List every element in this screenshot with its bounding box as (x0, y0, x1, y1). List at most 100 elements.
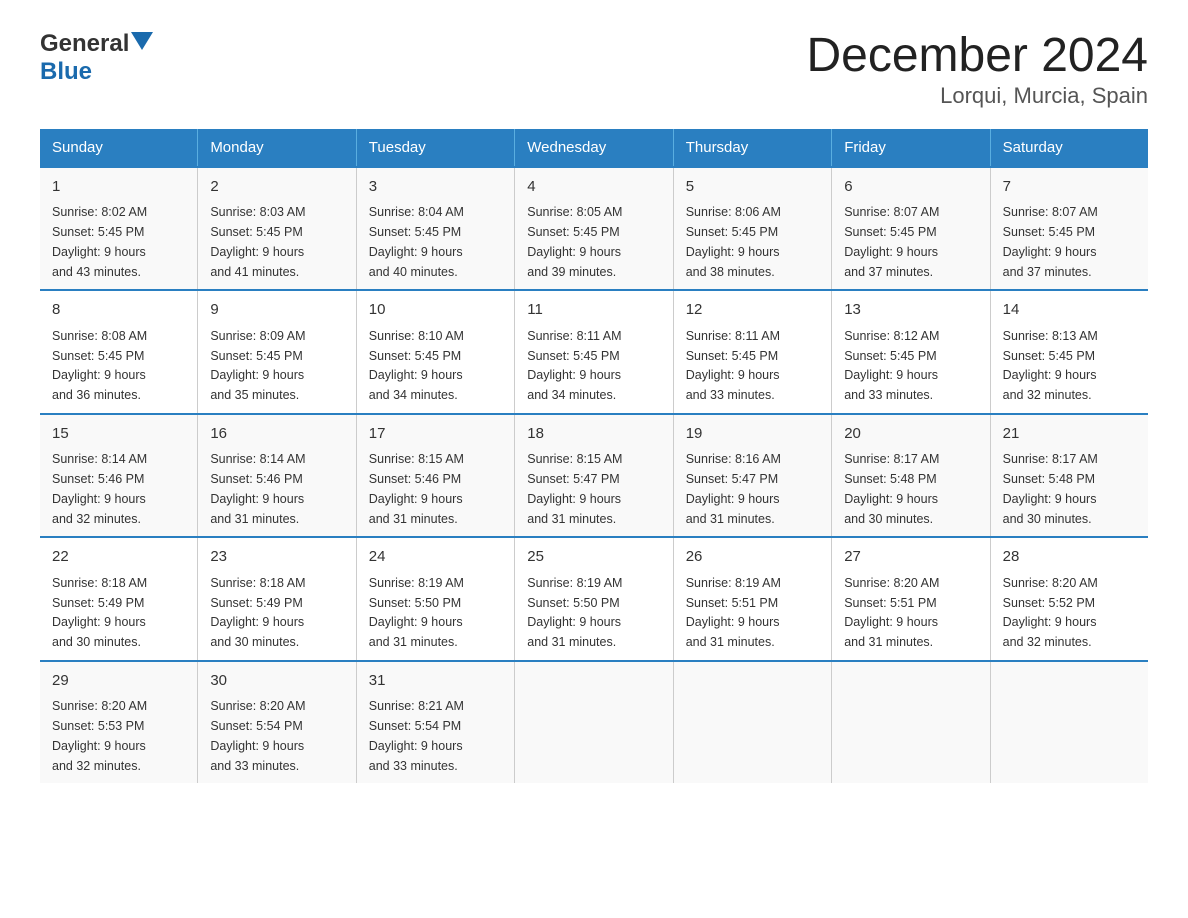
day-info: Sunrise: 8:12 AMSunset: 5:45 PMDaylight:… (844, 329, 939, 402)
day-number: 12 (686, 299, 819, 322)
day-number: 26 (686, 546, 819, 569)
day-number: 28 (1003, 546, 1136, 569)
calendar-cell: 5 Sunrise: 8:06 AMSunset: 5:45 PMDayligh… (673, 167, 831, 291)
day-info: Sunrise: 8:21 AMSunset: 5:54 PMDaylight:… (369, 699, 464, 772)
day-number: 17 (369, 423, 502, 446)
logo-triangle-icon (131, 32, 153, 54)
day-info: Sunrise: 8:15 AMSunset: 5:46 PMDaylight:… (369, 452, 464, 525)
header-thursday: Thursday (673, 129, 831, 167)
calendar-cell: 27 Sunrise: 8:20 AMSunset: 5:51 PMDaylig… (832, 537, 990, 661)
page-subtitle: Lorqui, Murcia, Spain (806, 83, 1148, 109)
calendar-cell: 2 Sunrise: 8:03 AMSunset: 5:45 PMDayligh… (198, 167, 356, 291)
calendar-cell: 22 Sunrise: 8:18 AMSunset: 5:49 PMDaylig… (40, 537, 198, 661)
day-number: 19 (686, 423, 819, 446)
day-info: Sunrise: 8:05 AMSunset: 5:45 PMDaylight:… (527, 205, 622, 278)
calendar-cell (832, 661, 990, 784)
logo-blue-text: Blue (40, 58, 92, 86)
day-info: Sunrise: 8:20 AMSunset: 5:53 PMDaylight:… (52, 699, 147, 772)
calendar-cell (673, 661, 831, 784)
header-monday: Monday (198, 129, 356, 167)
calendar-cell (990, 661, 1148, 784)
day-number: 18 (527, 423, 660, 446)
calendar-week-row: 15 Sunrise: 8:14 AMSunset: 5:46 PMDaylig… (40, 414, 1148, 538)
day-info: Sunrise: 8:20 AMSunset: 5:52 PMDaylight:… (1003, 576, 1098, 649)
day-number: 29 (52, 670, 185, 693)
day-number: 5 (686, 176, 819, 199)
calendar-cell (515, 661, 673, 784)
calendar-cell: 21 Sunrise: 8:17 AMSunset: 5:48 PMDaylig… (990, 414, 1148, 538)
day-info: Sunrise: 8:20 AMSunset: 5:54 PMDaylight:… (210, 699, 305, 772)
calendar-week-row: 22 Sunrise: 8:18 AMSunset: 5:49 PMDaylig… (40, 537, 1148, 661)
calendar-cell: 4 Sunrise: 8:05 AMSunset: 5:45 PMDayligh… (515, 167, 673, 291)
day-info: Sunrise: 8:17 AMSunset: 5:48 PMDaylight:… (844, 452, 939, 525)
calendar-cell: 29 Sunrise: 8:20 AMSunset: 5:53 PMDaylig… (40, 661, 198, 784)
calendar-week-row: 29 Sunrise: 8:20 AMSunset: 5:53 PMDaylig… (40, 661, 1148, 784)
day-number: 7 (1003, 176, 1136, 199)
header-sunday: Sunday (40, 129, 198, 167)
day-number: 1 (52, 176, 185, 199)
day-info: Sunrise: 8:18 AMSunset: 5:49 PMDaylight:… (52, 576, 147, 649)
day-info: Sunrise: 8:07 AMSunset: 5:45 PMDaylight:… (844, 205, 939, 278)
calendar-cell: 1 Sunrise: 8:02 AMSunset: 5:45 PMDayligh… (40, 167, 198, 291)
day-info: Sunrise: 8:19 AMSunset: 5:50 PMDaylight:… (369, 576, 464, 649)
day-number: 10 (369, 299, 502, 322)
calendar-cell: 11 Sunrise: 8:11 AMSunset: 5:45 PMDaylig… (515, 290, 673, 414)
calendar-cell: 13 Sunrise: 8:12 AMSunset: 5:45 PMDaylig… (832, 290, 990, 414)
day-number: 22 (52, 546, 185, 569)
calendar-cell: 9 Sunrise: 8:09 AMSunset: 5:45 PMDayligh… (198, 290, 356, 414)
calendar-week-row: 1 Sunrise: 8:02 AMSunset: 5:45 PMDayligh… (40, 167, 1148, 291)
calendar-table: SundayMondayTuesdayWednesdayThursdayFrid… (40, 129, 1148, 784)
day-info: Sunrise: 8:07 AMSunset: 5:45 PMDaylight:… (1003, 205, 1098, 278)
logo: General Blue (40, 30, 153, 86)
day-info: Sunrise: 8:10 AMSunset: 5:45 PMDaylight:… (369, 329, 464, 402)
day-info: Sunrise: 8:19 AMSunset: 5:50 PMDaylight:… (527, 576, 622, 649)
header-friday: Friday (832, 129, 990, 167)
day-number: 31 (369, 670, 502, 693)
day-info: Sunrise: 8:06 AMSunset: 5:45 PMDaylight:… (686, 205, 781, 278)
day-info: Sunrise: 8:03 AMSunset: 5:45 PMDaylight:… (210, 205, 305, 278)
calendar-cell: 16 Sunrise: 8:14 AMSunset: 5:46 PMDaylig… (198, 414, 356, 538)
day-info: Sunrise: 8:09 AMSunset: 5:45 PMDaylight:… (210, 329, 305, 402)
day-info: Sunrise: 8:14 AMSunset: 5:46 PMDaylight:… (210, 452, 305, 525)
calendar-header-row: SundayMondayTuesdayWednesdayThursdayFrid… (40, 129, 1148, 167)
calendar-cell: 19 Sunrise: 8:16 AMSunset: 5:47 PMDaylig… (673, 414, 831, 538)
calendar-cell: 12 Sunrise: 8:11 AMSunset: 5:45 PMDaylig… (673, 290, 831, 414)
day-info: Sunrise: 8:11 AMSunset: 5:45 PMDaylight:… (686, 329, 780, 402)
day-info: Sunrise: 8:08 AMSunset: 5:45 PMDaylight:… (52, 329, 147, 402)
page-title: December 2024 (806, 30, 1148, 83)
title-block: December 2024 Lorqui, Murcia, Spain (806, 30, 1148, 109)
calendar-cell: 8 Sunrise: 8:08 AMSunset: 5:45 PMDayligh… (40, 290, 198, 414)
day-number: 13 (844, 299, 977, 322)
day-number: 14 (1003, 299, 1136, 322)
calendar-cell: 26 Sunrise: 8:19 AMSunset: 5:51 PMDaylig… (673, 537, 831, 661)
calendar-cell: 28 Sunrise: 8:20 AMSunset: 5:52 PMDaylig… (990, 537, 1148, 661)
day-info: Sunrise: 8:02 AMSunset: 5:45 PMDaylight:… (52, 205, 147, 278)
calendar-cell: 6 Sunrise: 8:07 AMSunset: 5:45 PMDayligh… (832, 167, 990, 291)
logo-general-text: General (40, 30, 129, 58)
day-number: 16 (210, 423, 343, 446)
calendar-cell: 31 Sunrise: 8:21 AMSunset: 5:54 PMDaylig… (356, 661, 514, 784)
day-number: 23 (210, 546, 343, 569)
day-number: 24 (369, 546, 502, 569)
calendar-cell: 18 Sunrise: 8:15 AMSunset: 5:47 PMDaylig… (515, 414, 673, 538)
day-number: 2 (210, 176, 343, 199)
day-number: 6 (844, 176, 977, 199)
header-wednesday: Wednesday (515, 129, 673, 167)
calendar-cell: 30 Sunrise: 8:20 AMSunset: 5:54 PMDaylig… (198, 661, 356, 784)
day-info: Sunrise: 8:04 AMSunset: 5:45 PMDaylight:… (369, 205, 464, 278)
day-info: Sunrise: 8:15 AMSunset: 5:47 PMDaylight:… (527, 452, 622, 525)
day-info: Sunrise: 8:19 AMSunset: 5:51 PMDaylight:… (686, 576, 781, 649)
calendar-cell: 23 Sunrise: 8:18 AMSunset: 5:49 PMDaylig… (198, 537, 356, 661)
calendar-cell: 20 Sunrise: 8:17 AMSunset: 5:48 PMDaylig… (832, 414, 990, 538)
day-number: 21 (1003, 423, 1136, 446)
calendar-cell: 24 Sunrise: 8:19 AMSunset: 5:50 PMDaylig… (356, 537, 514, 661)
header-saturday: Saturday (990, 129, 1148, 167)
calendar-cell: 25 Sunrise: 8:19 AMSunset: 5:50 PMDaylig… (515, 537, 673, 661)
day-number: 25 (527, 546, 660, 569)
day-info: Sunrise: 8:16 AMSunset: 5:47 PMDaylight:… (686, 452, 781, 525)
day-number: 8 (52, 299, 185, 322)
day-number: 27 (844, 546, 977, 569)
day-info: Sunrise: 8:11 AMSunset: 5:45 PMDaylight:… (527, 329, 621, 402)
day-number: 4 (527, 176, 660, 199)
day-number: 15 (52, 423, 185, 446)
